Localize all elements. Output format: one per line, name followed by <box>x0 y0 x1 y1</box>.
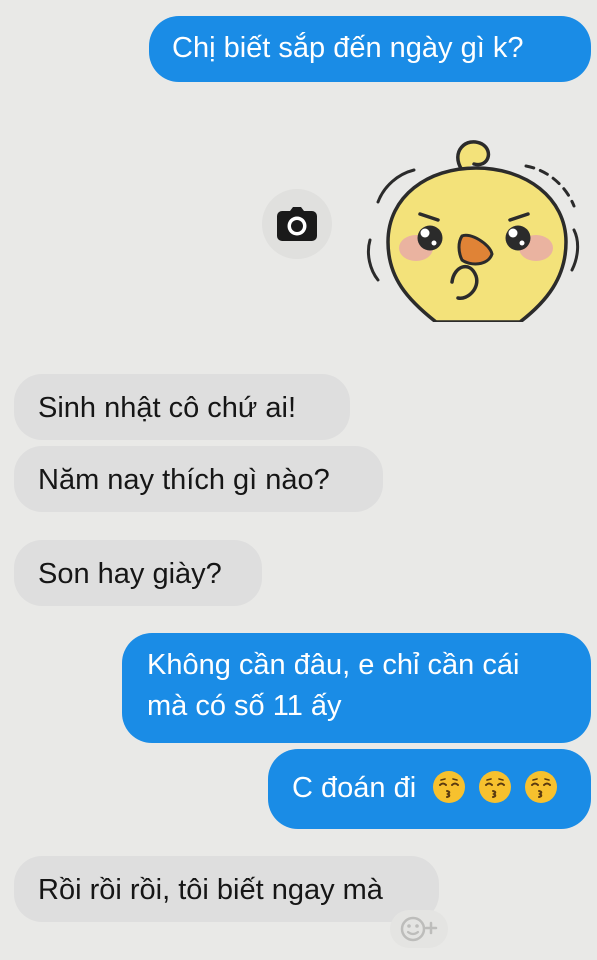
outgoing-message-bubble[interactable]: C đoán đi <box>268 749 591 829</box>
kissing-face-emoji-icon <box>479 771 512 804</box>
message-text: Son hay giày? <box>38 558 222 590</box>
outgoing-message-bubble[interactable]: Chị biết sắp đến ngày gì k? <box>149 16 591 82</box>
message-text: Rồi rồi rồi, tôi biết ngay mà <box>38 874 383 906</box>
incoming-message-bubble[interactable]: Năm nay thích gì nào? <box>14 446 383 512</box>
incoming-message-bubble[interactable]: Sinh nhật cô chứ ai! <box>14 374 350 440</box>
message-text: C đoán đi <box>292 772 417 804</box>
camera-icon <box>277 207 317 241</box>
message-text: Sinh nhật cô chứ ai! <box>38 392 297 424</box>
kissing-face-emoji-icon <box>433 771 466 804</box>
add-reaction-button[interactable] <box>390 910 448 948</box>
message-text: Chị biết sắp đến ngày gì k? <box>172 32 524 64</box>
message-text-line-1: Không cần đâu, e chỉ cần cái <box>147 649 520 681</box>
add-reaction-icon <box>400 916 438 942</box>
emoji-group <box>432 769 562 810</box>
message-text-line-2: mà có số 11 ấy <box>147 690 342 722</box>
message-text: Năm nay thích gì nào? <box>38 464 330 496</box>
yellow-chick-sticker[interactable] <box>358 130 586 322</box>
incoming-message-bubble[interactable]: Rồi rồi rồi, tôi biết ngay mà <box>14 856 439 922</box>
kissing-face-emoji-icon <box>525 771 558 804</box>
incoming-message-bubble[interactable]: Son hay giày? <box>14 540 262 606</box>
outgoing-message-bubble[interactable]: Không cần đâu, e chỉ cần cái mà có số 11… <box>122 633 591 743</box>
camera-button[interactable] <box>262 189 332 259</box>
